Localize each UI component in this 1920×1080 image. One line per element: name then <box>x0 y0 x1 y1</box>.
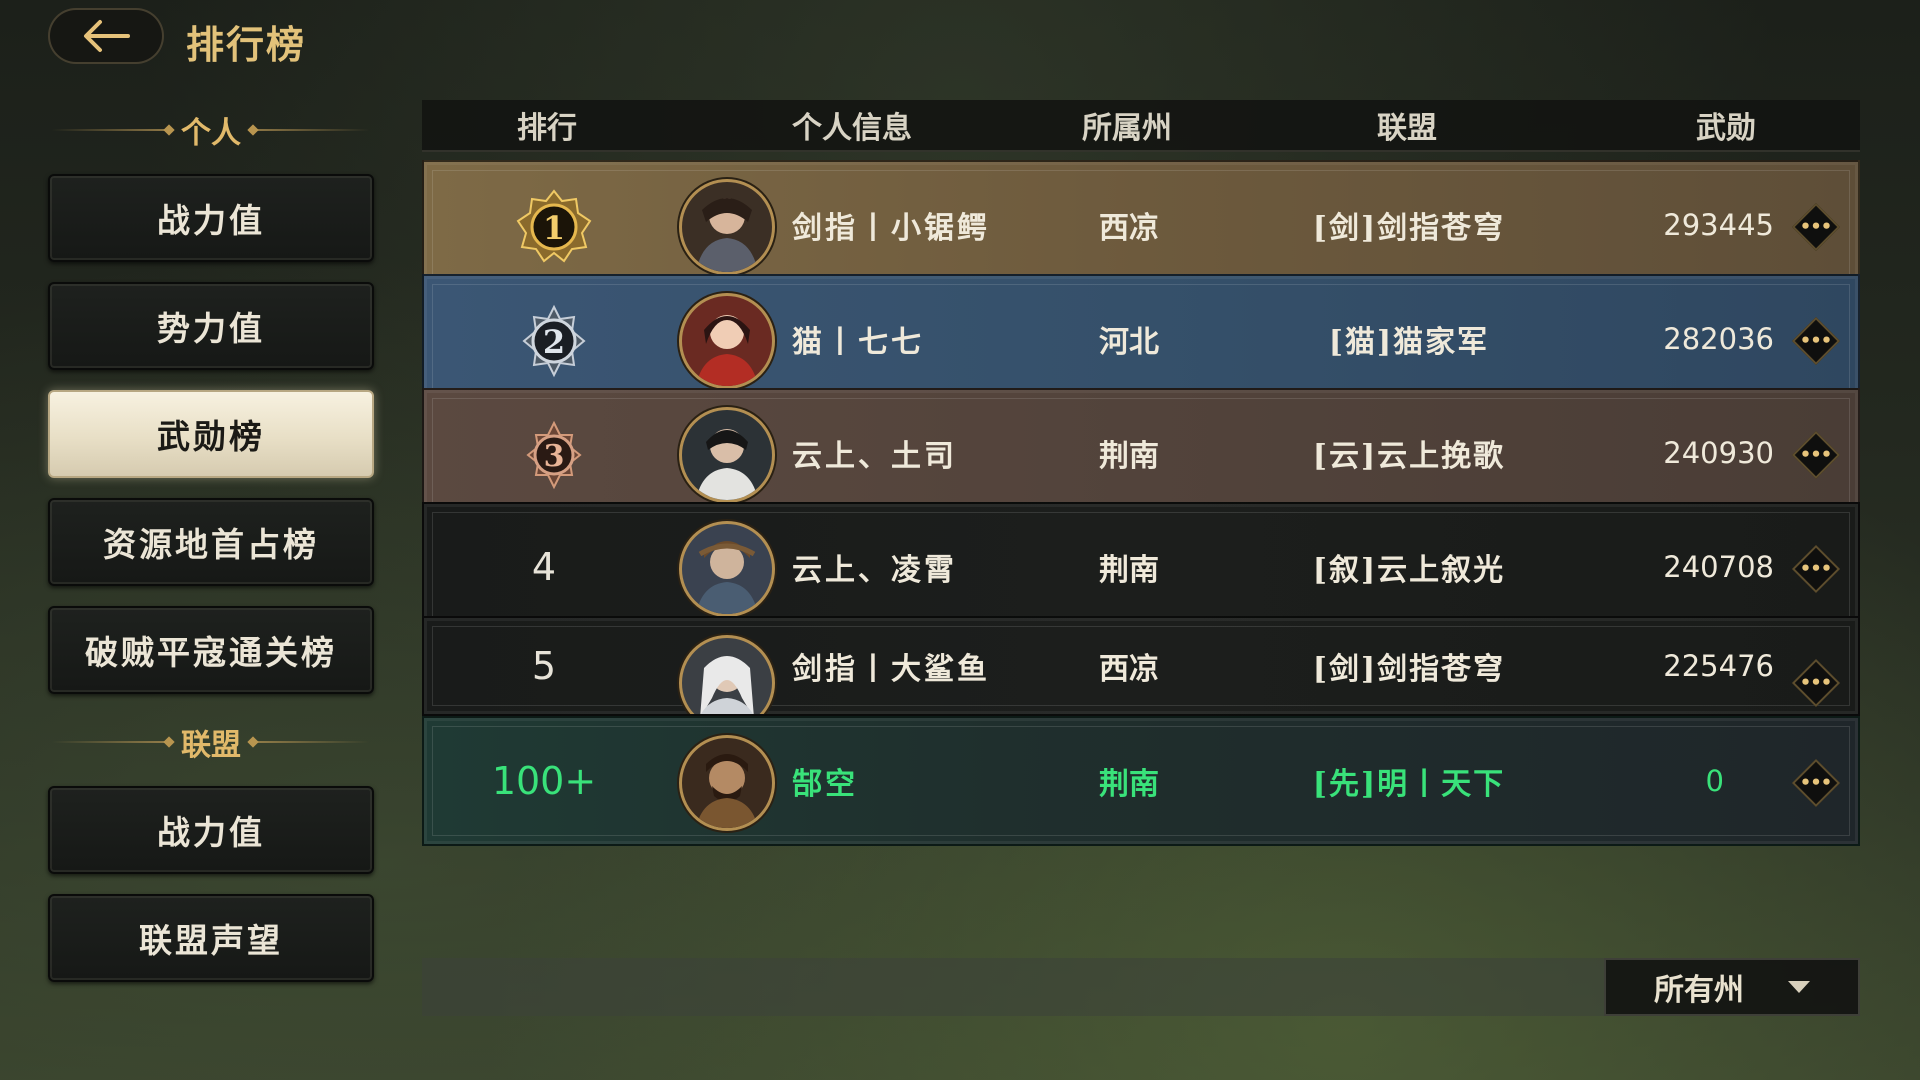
avatar <box>679 735 775 831</box>
player-name[interactable]: 云上、土司 <box>792 390 957 516</box>
column-header-merit: 武勋 <box>1696 111 1756 146</box>
player-alliance[interactable]: [猫]猫家军 <box>1224 276 1594 402</box>
column-header-info: 个人信息 <box>792 111 912 146</box>
sidebar-item-alliance-power[interactable]: 战力值 <box>48 786 374 874</box>
rank-3-badge-icon: 3 <box>514 415 594 495</box>
arrow-left-icon <box>84 20 130 52</box>
chevron-down-icon <box>1788 981 1810 993</box>
more-dots-icon: ••• <box>1800 330 1832 352</box>
more-dots-icon: ••• <box>1800 672 1832 694</box>
page-title: 排行榜 <box>186 22 307 67</box>
rank-number: 4 <box>531 545 557 589</box>
avatar <box>679 179 775 275</box>
player-name[interactable]: 猫丨七七 <box>792 276 924 402</box>
player-state: 荆南 <box>1099 767 1159 802</box>
rank-number: 1 <box>543 209 565 247</box>
merit-value: 282036 <box>1663 322 1774 356</box>
table-row[interactable]: 1 剑指丨小锯鳄 西凉 [剑]剑指苍穹 293445 ••• <box>422 160 1860 290</box>
player-alliance[interactable]: [剑]剑指苍穹 <box>1224 618 1594 714</box>
player-state: 河北 <box>1099 325 1159 360</box>
back-button[interactable] <box>48 8 164 64</box>
table-row[interactable]: 4 云上、凌霄 荆南 [叙]云上叙光 240708 ••• <box>422 502 1860 632</box>
more-dots-icon: ••• <box>1800 558 1832 580</box>
more-dots-icon: ••• <box>1800 772 1832 794</box>
sidebar-item-alliance-prestige[interactable]: 联盟声望 <box>48 894 374 982</box>
merit-value: 293445 <box>1663 208 1774 242</box>
more-dots-icon: ••• <box>1800 444 1832 466</box>
section-header-alliance: 联盟 <box>48 712 374 772</box>
player-state: 西凉 <box>1099 652 1159 687</box>
sidebar: 个人 战力值 势力值 武勋榜 资源地首占榜 破贼平寇通关榜 联盟 战力值 联盟声… <box>48 100 374 982</box>
player-state: 荆南 <box>1099 439 1159 474</box>
divider <box>255 741 370 743</box>
more-options-button[interactable]: ••• <box>1791 202 1841 252</box>
more-options-button[interactable]: ••• <box>1791 430 1841 480</box>
section-header-personal: 个人 <box>48 100 374 160</box>
column-header-rank: 排行 <box>517 111 577 146</box>
more-options-button[interactable]: ••• <box>1791 544 1841 594</box>
rank-number: 3 <box>544 439 565 474</box>
table-row[interactable]: 5 剑指丨大鲨鱼 西凉 [剑]剑指苍穹 225476 ••• <box>422 616 1860 716</box>
table-header: 排行 个人信息 所属州 联盟 武勋 <box>422 100 1860 152</box>
player-alliance[interactable]: [云]云上挽歌 <box>1224 390 1594 516</box>
state-filter-value: 所有州 <box>1654 973 1744 1008</box>
player-alliance[interactable]: [先]明丨天下 <box>1224 718 1594 844</box>
merit-value: 0 <box>1705 764 1724 798</box>
more-options-button[interactable]: ••• <box>1791 316 1841 366</box>
player-name[interactable]: 剑指丨小锯鳄 <box>792 162 990 288</box>
player-name[interactable]: 郜空 <box>792 718 858 844</box>
player-name[interactable]: 云上、凌霄 <box>792 504 957 630</box>
rank-number: 5 <box>531 644 557 688</box>
player-state: 荆南 <box>1099 553 1159 588</box>
more-dots-icon: ••• <box>1800 216 1832 238</box>
player-alliance[interactable]: [剑]剑指苍穹 <box>1224 162 1594 288</box>
self-rank-row[interactable]: 100+ 郜空 荆南 [先]明丨天下 0 ••• <box>422 716 1860 846</box>
section-label-personal: 个人 <box>181 116 241 151</box>
rank-1-badge-icon: 1 <box>514 187 594 267</box>
more-options-button[interactable]: ••• <box>1791 758 1841 808</box>
player-alliance[interactable]: [叙]云上叙光 <box>1224 504 1594 630</box>
avatar <box>679 407 775 503</box>
state-filter-dropdown[interactable]: 所有州 <box>1604 958 1860 1016</box>
rank-2-badge-icon: 2 <box>514 301 594 381</box>
table-row[interactable]: 2 猫丨七七 河北 [猫]猫家军 282036 ••• <box>422 274 1860 404</box>
merit-value: 240930 <box>1663 436 1774 470</box>
sidebar-item-power[interactable]: 战力值 <box>48 174 374 262</box>
divider <box>52 741 167 743</box>
divider <box>52 129 167 131</box>
avatar <box>679 521 775 617</box>
divider <box>255 129 370 131</box>
table-row[interactable]: 3 云上、土司 荆南 [云]云上挽歌 240930 ••• <box>422 388 1860 518</box>
section-label-alliance: 联盟 <box>181 728 241 763</box>
column-header-alliance: 联盟 <box>1377 111 1437 146</box>
ranking-table: 排行 个人信息 所属州 联盟 武勋 1 剑指丨小锯鳄 西凉 [剑]剑指苍穹 29… <box>422 100 1860 846</box>
player-name[interactable]: 剑指丨大鲨鱼 <box>792 618 990 714</box>
avatar <box>679 293 775 389</box>
sidebar-item-influence[interactable]: 势力值 <box>48 282 374 370</box>
column-header-state: 所属州 <box>1082 111 1172 146</box>
rank-number: 2 <box>543 323 565 361</box>
sidebar-item-resource-first[interactable]: 资源地首占榜 <box>48 498 374 586</box>
more-options-button[interactable]: ••• <box>1791 658 1841 708</box>
self-rank-number: 100+ <box>491 759 597 803</box>
player-state: 西凉 <box>1099 211 1159 246</box>
merit-value: 225476 <box>1663 649 1774 683</box>
sidebar-item-merit[interactable]: 武勋榜 <box>48 390 374 478</box>
sidebar-item-bandit-clear[interactable]: 破贼平寇通关榜 <box>48 606 374 694</box>
merit-value: 240708 <box>1663 550 1774 584</box>
